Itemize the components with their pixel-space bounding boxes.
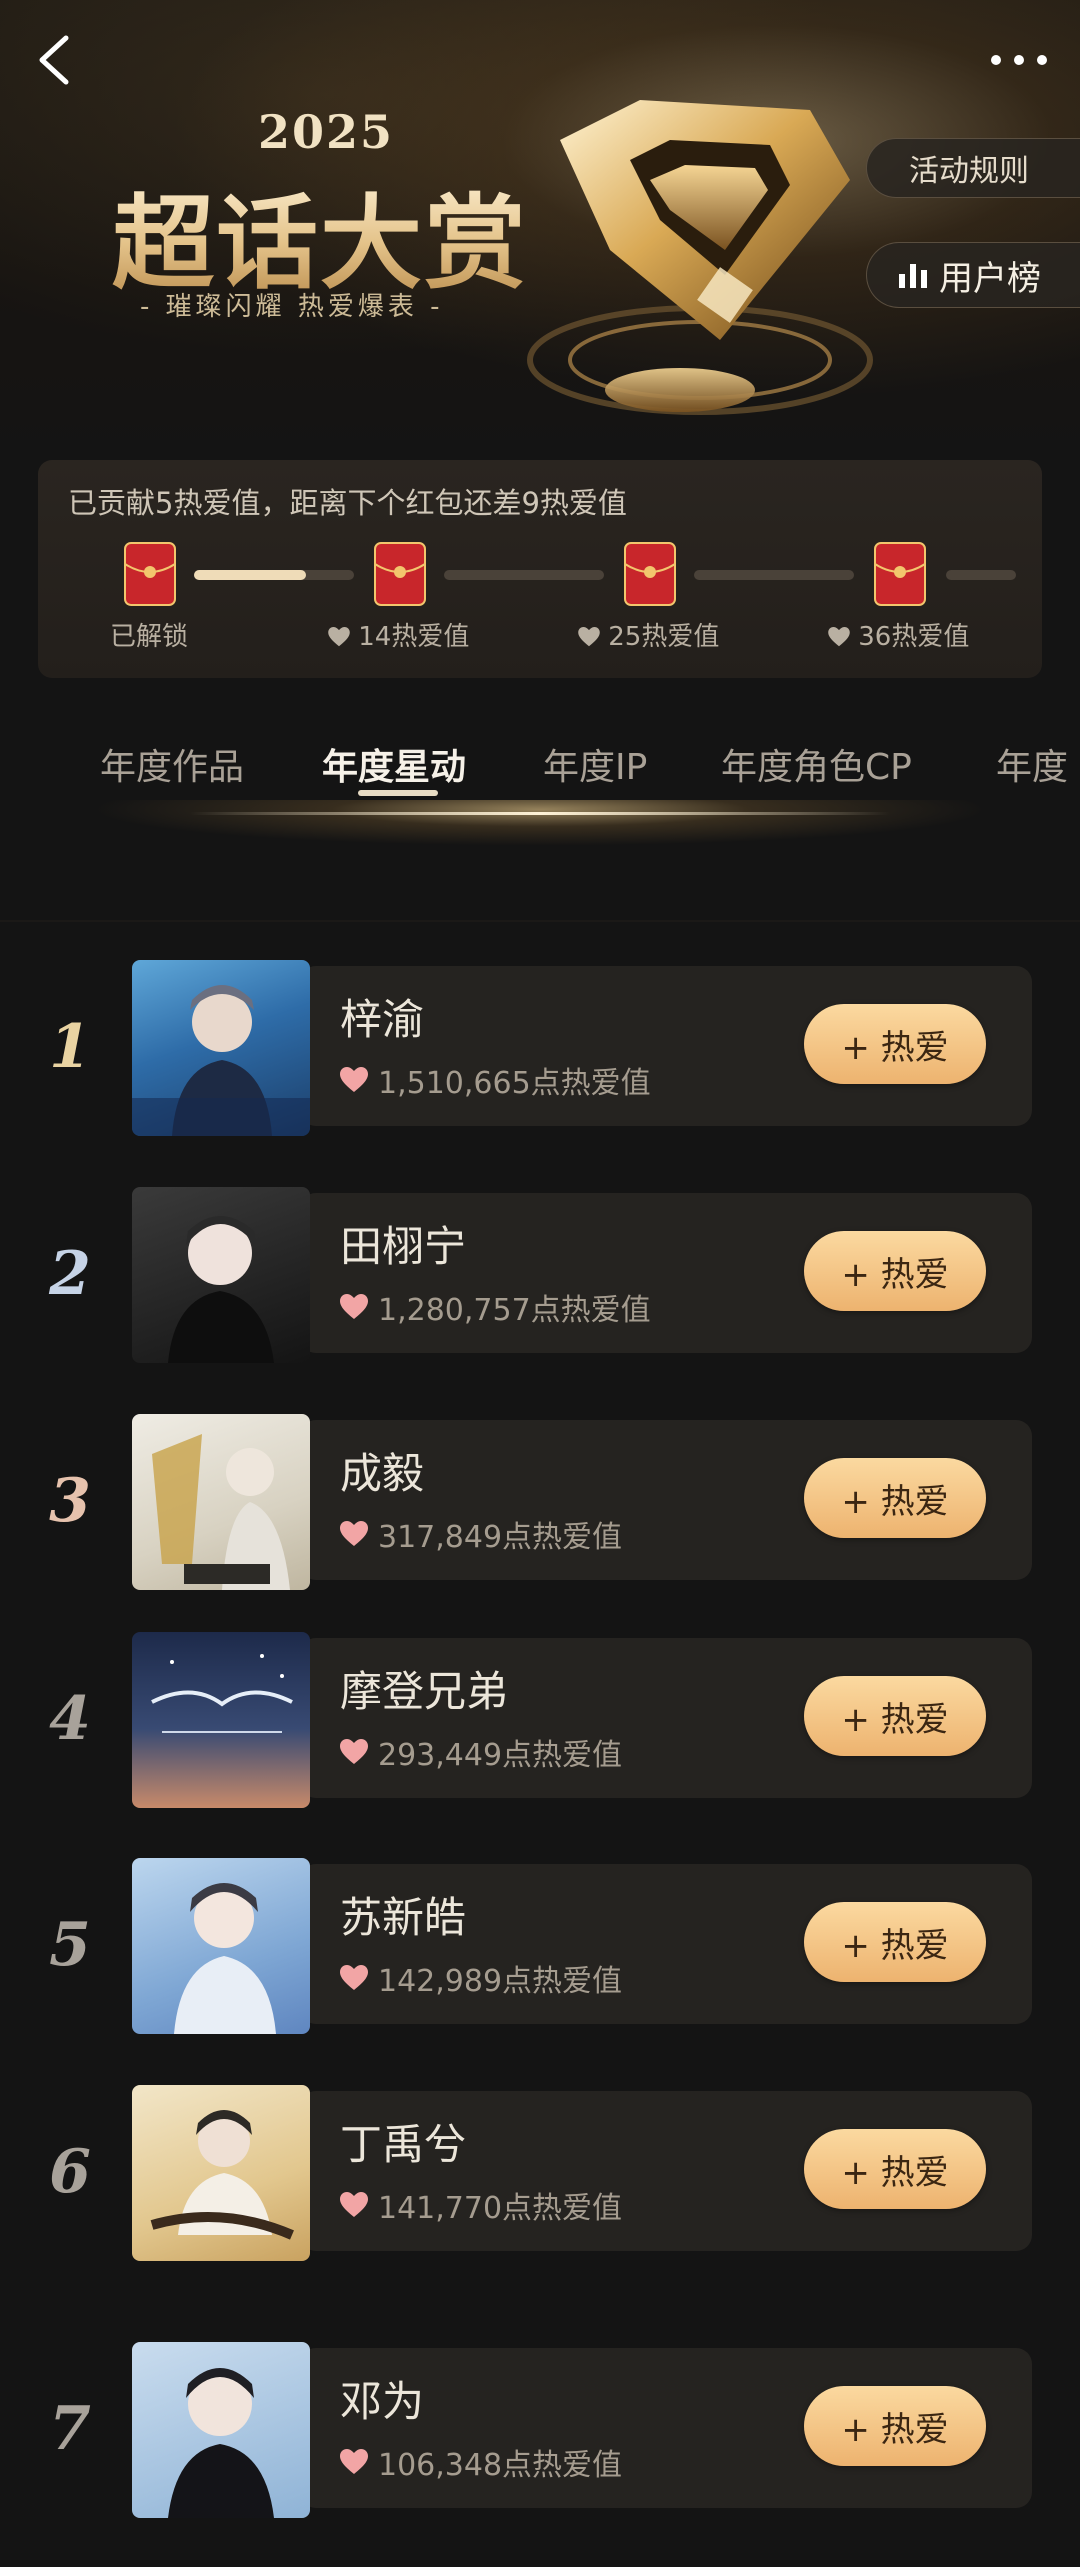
red-packet-icon[interactable] — [374, 542, 426, 606]
avatar[interactable] — [132, 1187, 310, 1363]
heat-score: 106,348点热爱值 — [340, 2440, 622, 2484]
rank-number: 2 — [49, 1239, 91, 1309]
progress-status-text: 已贡献5热爱值，距离下个红包还差9热爱值 — [68, 486, 627, 520]
ranking-row: 7 邓为 106,348点热爱值 + 热爱 — [0, 2342, 1080, 2518]
heart-icon — [340, 1965, 368, 1990]
drama-poster-icon — [150, 2110, 294, 2240]
star-name: 邓为 — [340, 2377, 425, 2426]
milestone-label: 已解锁 — [110, 622, 189, 652]
avatar[interactable] — [132, 1858, 310, 2034]
progress-bar-fill — [194, 570, 306, 580]
progress-bar — [444, 570, 604, 580]
back-arrow-icon[interactable] — [28, 30, 88, 90]
ranking-row: 3 成毅 317,849点热爱值 + 热爱 — [0, 1414, 1080, 1590]
heat-score: 1,510,665点热爱值 — [340, 1058, 651, 1102]
star-name: 田栩宁 — [340, 1222, 467, 1271]
gold-diamond-trophy-icon — [527, 100, 873, 415]
divider — [0, 920, 1080, 922]
person-portrait-icon — [132, 985, 310, 1136]
user-ranking-button[interactable]: 用户榜 — [866, 242, 1080, 308]
stage-light-line — [190, 812, 890, 815]
red-packet-icon[interactable] — [874, 542, 926, 606]
avatar[interactable] — [132, 1632, 310, 1808]
heart-icon — [340, 1521, 368, 1546]
avatar[interactable] — [132, 2085, 310, 2261]
milestone-label: 36热爱值 — [828, 616, 969, 653]
add-love-button[interactable]: + 热爱 — [804, 1004, 986, 1084]
red-packet-icon[interactable] — [624, 542, 676, 606]
star-name: 成毅 — [340, 1449, 425, 1498]
star-name: 摩登兄弟 — [340, 1667, 509, 1716]
person-portrait-icon — [168, 1216, 274, 1363]
red-packet-progress-card: 已贡献5热爱值，距离下个红包还差9热爱值 已解锁 14热爱值 25热爱值 36热… — [38, 460, 1042, 678]
event-slogan: - 璀璨闪耀 热爱爆表 - — [140, 292, 444, 322]
person-portrait-icon — [168, 2368, 274, 2518]
heart-icon — [340, 2192, 368, 2217]
heat-score: 141,770点热爱值 — [340, 2183, 622, 2227]
event-year: 2025 — [258, 105, 395, 159]
avatar[interactable] — [132, 1414, 310, 1590]
heart-icon — [340, 1739, 368, 1764]
heart-icon — [340, 1294, 368, 1319]
avatar[interactable] — [132, 960, 310, 1136]
category-tabs: 年度作品 年度星动 年度IP 年度角色CP 年度 — [0, 730, 1080, 810]
ranking-row: 4 摩登兄弟 293,449点热爱值 + 热爱 — [0, 1632, 1080, 1808]
star-name: 苏新皓 — [340, 1893, 467, 1942]
drama-poster-icon — [152, 1434, 290, 1590]
progress-bar — [946, 570, 1016, 580]
progress-bar — [694, 570, 854, 580]
heat-score: 142,989点热爱值 — [340, 1956, 622, 2000]
rank-number: 3 — [49, 1466, 91, 1536]
activity-rules-button[interactable]: 活动规则 — [866, 138, 1080, 198]
heart-icon — [340, 2449, 368, 2474]
add-love-button[interactable]: + 热爱 — [804, 1902, 986, 1982]
avatar[interactable] — [132, 2342, 310, 2518]
user-ranking-label: 用户榜 — [939, 258, 1041, 299]
tab-annual-character-cp[interactable]: 年度角色CP — [721, 738, 912, 790]
tab-annual-works[interactable]: 年度作品 — [100, 738, 244, 790]
rank-number: 6 — [49, 2137, 91, 2207]
tab-annual-stars[interactable]: 年度星动 — [322, 738, 466, 790]
concert-poster-icon — [151, 1654, 293, 1733]
heat-score: 1,280,757点热爱值 — [340, 1285, 651, 1329]
progress-bar — [194, 570, 354, 580]
add-love-button[interactable]: + 热爱 — [804, 1676, 986, 1756]
ranking-row: 5 苏新皓 142,989点热爱值 + 热爱 — [0, 1858, 1080, 2034]
more-options-icon[interactable] — [984, 40, 1054, 80]
star-name: 丁禹兮 — [340, 2120, 467, 2169]
rank-number: 1 — [49, 1012, 91, 1082]
rank-number: 5 — [49, 1910, 91, 1980]
red-packet-icon[interactable] — [124, 542, 176, 606]
rank-number: 7 — [49, 2394, 91, 2464]
tab-annual-ip[interactable]: 年度IP — [543, 738, 647, 790]
ranking-row: 1 梓渝 1,510,665点热爱值 + 热爱 — [0, 960, 1080, 1136]
add-love-button[interactable]: + 热爱 — [804, 2129, 986, 2209]
star-name: 梓渝 — [340, 995, 425, 1044]
tab-annual-more[interactable]: 年度 — [996, 738, 1068, 790]
stage-light-glow — [0, 800, 1080, 920]
milestone-label: 25热爱值 — [578, 616, 719, 653]
heart-icon — [328, 627, 350, 647]
heart-icon — [578, 627, 600, 647]
heart-icon — [340, 1067, 368, 1092]
ranking-row: 2 田栩宁 1,280,757点热爱值 + 热爱 — [0, 1187, 1080, 1363]
heat-score: 317,849点热爱值 — [340, 1512, 622, 1556]
header-banner: 2025 超话大赏 - 璀璨闪耀 热爱爆表 - 活动规则 用户榜 — [0, 0, 1080, 470]
bar-chart-icon — [899, 264, 927, 288]
heart-icon — [828, 627, 850, 647]
add-love-button[interactable]: + 热爱 — [804, 1458, 986, 1538]
active-tab-indicator — [358, 790, 438, 796]
ranking-row: 6 丁禹兮 141,770点热爱值 + 热爱 — [0, 2085, 1080, 2261]
rank-number: 4 — [49, 1684, 91, 1754]
milestone-label: 14热爱值 — [328, 616, 469, 653]
heat-score: 293,449点热爱值 — [340, 1730, 622, 1774]
add-love-button[interactable]: + 热爱 — [804, 1231, 986, 1311]
person-portrait-icon — [174, 1883, 276, 2034]
add-love-button[interactable]: + 热爱 — [804, 2386, 986, 2466]
